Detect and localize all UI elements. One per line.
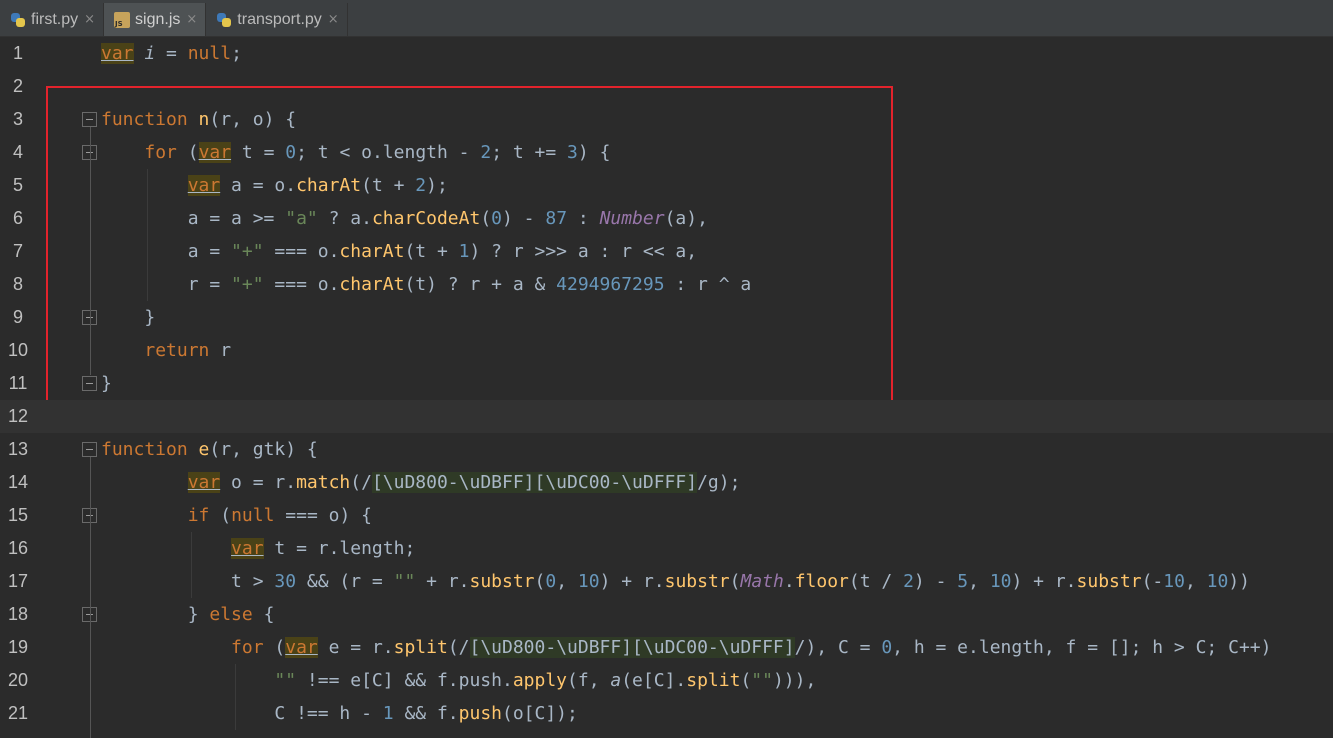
code-text: var t = r.length;: [231, 538, 416, 559]
code-text: a = "+" === o.charAt(t + 1) ? r >>> a : …: [101, 241, 698, 262]
code-text: var o = r.match(/[\uD800-\uDBFF][\uDC00-…: [187, 472, 741, 493]
code-text: }: [101, 373, 112, 394]
code-editor[interactable]: 1 var i = null; 2 3 function n(r, o) { 4 for …: [0, 37, 1333, 738]
code-line[interactable]: 7 a = "+" === o.charAt(t + 1) ? r >>> a …: [0, 235, 1333, 268]
line-number: 8: [12, 274, 23, 294]
tab-sign-js[interactable]: sign.js ×: [104, 3, 207, 36]
tab-label: first.py: [31, 10, 79, 28]
code-text: t > 30 && (r = "" + r.substr(0, 10) + r.…: [101, 571, 1250, 592]
tab-label: sign.js: [135, 10, 181, 28]
line-number: 10: [7, 340, 29, 360]
code-line[interactable]: 9 }: [0, 301, 1333, 334]
fold-marker-icon[interactable]: [82, 112, 97, 127]
code-line[interactable]: 1 var i = null;: [0, 37, 1333, 70]
code-line[interactable]: 14 var o = r.match(/[\uD800-\uDBFF][\uDC…: [0, 466, 1333, 499]
line-number: 6: [12, 208, 23, 228]
code-line[interactable]: 11}: [0, 367, 1333, 400]
tab-first-py[interactable]: first.py ×: [0, 3, 105, 36]
fold-connector: [90, 127, 91, 375]
code-line[interactable]: 8 r = "+" === o.charAt(t) ? r + a & 4294…: [0, 268, 1333, 301]
code-line[interactable]: 15 if (null === o) {: [0, 499, 1333, 532]
line-number: 21: [7, 703, 29, 723]
js-file-icon: [114, 11, 131, 28]
code-line[interactable]: 19 for (var e = r.split(/[\uD800-\uDBFF]…: [0, 631, 1333, 664]
python-file-icon: [10, 12, 26, 28]
code-text: }: [101, 307, 156, 328]
python-file-icon: [216, 12, 232, 28]
line-number: 9: [12, 307, 23, 327]
code-line[interactable]: 13 function e(r, gtk) {: [0, 433, 1333, 466]
line-number: 1: [12, 43, 23, 63]
tab-transport-py[interactable]: transport.py ×: [206, 3, 348, 36]
code-line[interactable]: 3 function n(r, o) {: [0, 103, 1333, 136]
code-text: var i = null;: [101, 43, 242, 64]
code-line[interactable]: 10 return r: [0, 334, 1333, 367]
line-number: 7: [12, 241, 23, 261]
code-text: a = a >= "a" ? a.charCodeAt(0) - 87 : Nu…: [101, 208, 708, 229]
code-line[interactable]: 4 for (var t = 0; t < o.length - 2; t +=…: [0, 136, 1333, 169]
line-number: 17: [7, 571, 29, 591]
code-line[interactable]: 5 var a = o.charAt(t + 2);: [0, 169, 1333, 202]
code-line[interactable]: 18 } else {: [0, 598, 1333, 631]
code-line[interactable]: 2: [0, 70, 1333, 103]
line-number: 2: [12, 76, 23, 96]
line-number: 3: [12, 109, 23, 129]
line-number: 4: [12, 142, 23, 162]
code-text: var a = o.charAt(t + 2);: [187, 175, 448, 196]
code-text: C !== h - 1 && f.push(o[C]);: [101, 703, 578, 724]
code-text: function n(r, o) {: [101, 109, 297, 130]
line-number: 20: [7, 670, 29, 690]
close-icon[interactable]: ×: [186, 12, 197, 27]
fold-marker-icon[interactable]: [82, 442, 97, 457]
code-text: for (var e = r.split(/[\uD800-\uDBFF][\u…: [231, 637, 1272, 658]
line-number: 16: [7, 538, 29, 558]
indent-guide: [191, 532, 192, 598]
code-line[interactable]: 17 t > 30 && (r = "" + r.substr(0, 10) +…: [0, 565, 1333, 598]
code-text: } else {: [101, 604, 275, 625]
code-text: if (null === o) {: [187, 505, 372, 526]
line-number: 15: [7, 505, 29, 525]
line-number: 12: [7, 406, 29, 426]
code-line[interactable]: 16 var t = r.length;: [0, 532, 1333, 565]
fold-connector: [90, 457, 91, 738]
code-line[interactable]: 21 C !== h - 1 && f.push(o[C]);: [0, 697, 1333, 730]
code-line[interactable]: 12: [0, 400, 1333, 433]
code-line[interactable]: 20 "" !== e[C] && f.push.apply(f, a(e[C]…: [0, 664, 1333, 697]
line-number: 18: [7, 604, 29, 624]
close-icon[interactable]: ×: [84, 12, 95, 27]
code-text: for (var t = 0; t < o.length - 2; t += 3…: [144, 142, 611, 163]
editor-tab-bar: first.py × sign.js × transport.py ×: [0, 0, 1333, 37]
line-number: 14: [7, 472, 29, 492]
indent-guide: [147, 169, 148, 301]
line-number: 5: [12, 175, 23, 195]
code-text: function e(r, gtk) {: [101, 439, 318, 460]
tab-label: transport.py: [237, 10, 322, 28]
indent-guide: [235, 664, 236, 730]
code-text: return r: [144, 340, 232, 361]
line-number: 13: [7, 439, 29, 459]
line-number: 11: [8, 373, 28, 393]
close-icon[interactable]: ×: [328, 12, 339, 27]
line-number: 19: [7, 637, 29, 657]
code-text: r = "+" === o.charAt(t) ? r + a & 429496…: [101, 274, 752, 295]
fold-marker-icon[interactable]: [82, 376, 97, 391]
code-line[interactable]: 6 a = a >= "a" ? a.charCodeAt(0) - 87 : …: [0, 202, 1333, 235]
code-text: "" !== e[C] && f.push.apply(f, a(e[C].sp…: [274, 670, 817, 691]
